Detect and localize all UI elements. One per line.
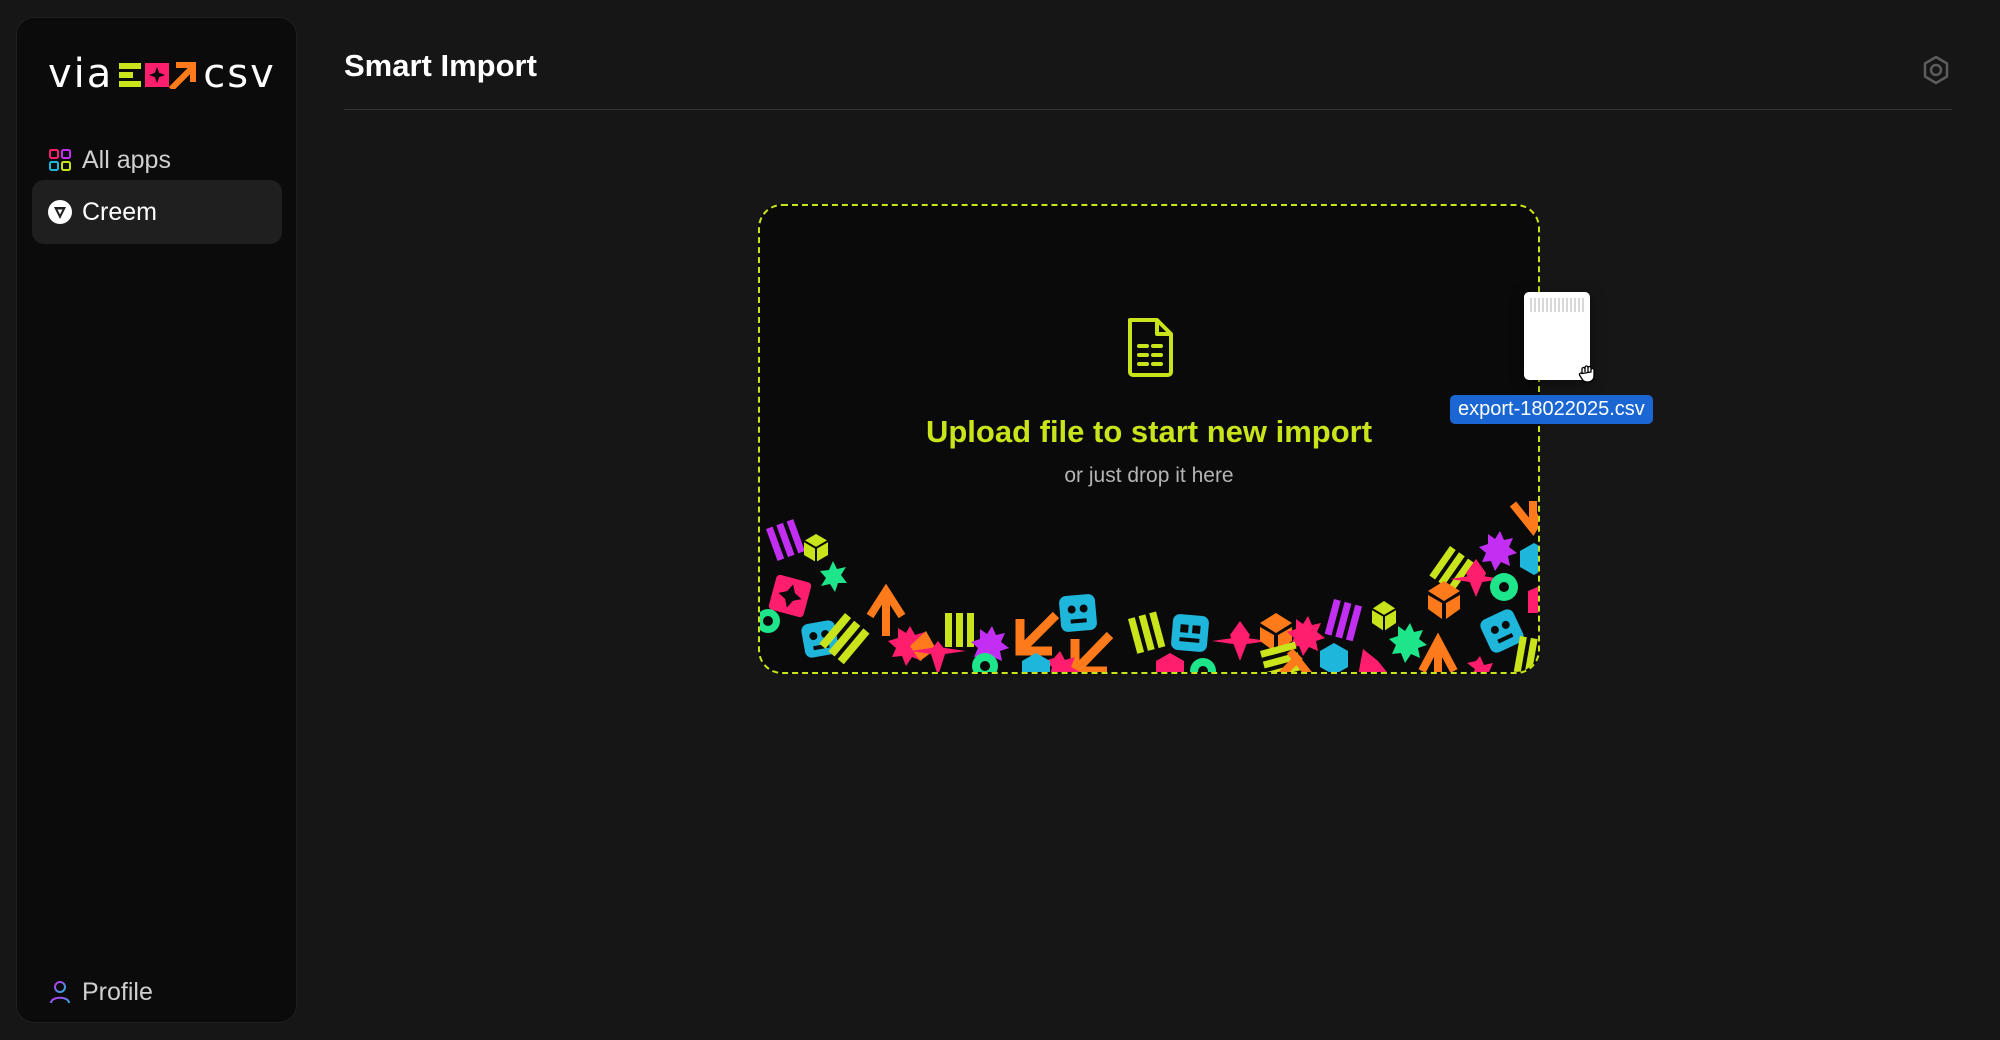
logo-text-right: csv [203,51,276,97]
header-divider [344,109,1952,110]
creem-logo-icon [48,200,72,224]
settings-button[interactable] [1920,54,1952,86]
sidebar-item-label: All apps [82,145,171,174]
sidebar-item-label: Creem [82,197,158,226]
app-logo[interactable]: via csv [48,44,276,104]
confetti-decoration [760,501,1538,672]
page-title: Smart Import [344,48,537,83]
logo-text-left: via [48,51,114,97]
dropzone-subtitle: or just drop it here [1064,464,1234,487]
dropzone-title: Upload file to start new import [925,414,1373,449]
grid-icon [48,148,72,172]
logo-mark-icon [119,62,197,89]
grab-cursor-icon [1578,365,1595,383]
file-spreadsheet-icon [1128,318,1173,377]
file-dropzone[interactable]: Upload file to start new import or just … [758,204,1540,674]
sidebar-item-profile[interactable]: Profile [32,960,282,1024]
gear-icon [1923,55,1949,85]
sidebar-item-creem[interactable]: Creem [32,180,282,244]
sidebar: via csv All apps Creem Profile [16,17,297,1023]
user-icon [48,980,72,1004]
sidebar-item-label: Profile [82,977,153,1006]
dragged-filename-label: export-18022025.csv [1450,395,1653,424]
